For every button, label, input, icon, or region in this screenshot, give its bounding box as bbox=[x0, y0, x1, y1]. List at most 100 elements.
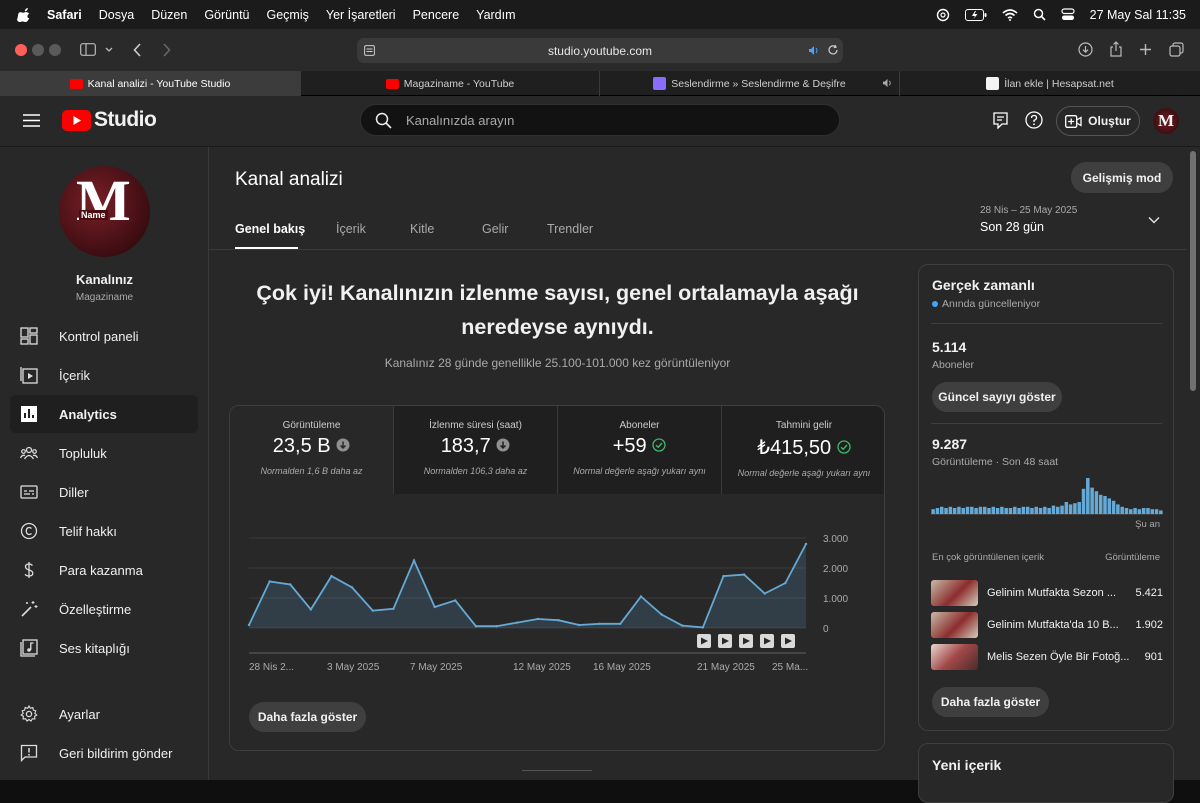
realtime-bar[interactable] bbox=[970, 506, 974, 514]
channel-search-bar[interactable]: Kanalınızda arayın bbox=[360, 104, 840, 136]
realtime-bar[interactable] bbox=[974, 508, 978, 514]
metric-views[interactable]: Görüntüleme 23,5 B Normalden 1,6 B daha … bbox=[230, 406, 393, 494]
metric-revenue[interactable]: Tahmini gelir ₺415,50 Normal değerle aşa… bbox=[721, 406, 884, 494]
sidebar-item-content[interactable]: İçerik bbox=[10, 356, 198, 394]
realtime-bar[interactable] bbox=[1159, 510, 1163, 514]
realtime-bar[interactable] bbox=[1141, 508, 1146, 514]
sidebar-item-community[interactable]: Topluluk bbox=[10, 434, 198, 472]
tab-seslendirme[interactable]: Seslendirme » Seslendirme & Deşifre bbox=[600, 71, 900, 96]
sidebar-toggle-icon[interactable] bbox=[80, 43, 96, 56]
realtime-bar[interactable] bbox=[1013, 506, 1017, 514]
views-data-point[interactable] bbox=[660, 613, 663, 616]
realtime-bar[interactable] bbox=[1111, 500, 1116, 514]
new-tab-icon[interactable] bbox=[1139, 43, 1152, 56]
show-live-count-button[interactable]: Güncel sayıyı göster bbox=[932, 382, 1062, 412]
realtime-bar[interactable] bbox=[1034, 506, 1039, 514]
menu-view[interactable]: Görüntü bbox=[204, 8, 249, 22]
tab-hesapsat[interactable]: İlan ekle | Hesapsat.net bbox=[900, 71, 1200, 96]
apple-icon[interactable] bbox=[16, 7, 30, 22]
realtime-bar[interactable] bbox=[1124, 508, 1129, 514]
views-data-point[interactable] bbox=[330, 574, 333, 578]
realtime-bar[interactable] bbox=[1047, 508, 1051, 514]
tab-magaziname[interactable]: Magaziname - YouTube bbox=[301, 71, 600, 96]
realtime-bar-chart[interactable] bbox=[931, 477, 1163, 515]
realtime-bar[interactable] bbox=[1025, 506, 1030, 514]
sidebar-item-audio-library[interactable]: Ses kitaplığı bbox=[10, 629, 198, 667]
realtime-bar[interactable] bbox=[991, 506, 996, 514]
account-avatar[interactable]: M bbox=[1153, 108, 1179, 134]
sidebar-item-languages[interactable]: Diller bbox=[10, 473, 198, 511]
realtime-bar[interactable] bbox=[1086, 478, 1090, 514]
realtime-bar[interactable] bbox=[1038, 508, 1043, 514]
spotlight-search-icon[interactable] bbox=[1033, 8, 1046, 21]
views-data-point[interactable] bbox=[247, 623, 251, 627]
views-data-point[interactable] bbox=[639, 595, 643, 598]
realtime-bar[interactable] bbox=[987, 508, 991, 514]
views-data-point[interactable] bbox=[515, 621, 519, 624]
realtime-bar[interactable] bbox=[957, 506, 961, 514]
views-data-point[interactable] bbox=[763, 592, 766, 595]
views-data-point[interactable] bbox=[577, 623, 581, 627]
tab-youtube-studio[interactable]: Kanal analizi - YouTube Studio bbox=[0, 71, 301, 96]
scrollbar-thumb[interactable] bbox=[1190, 151, 1196, 391]
back-arrow-icon[interactable] bbox=[133, 43, 142, 57]
menu-window[interactable]: Pencere bbox=[413, 8, 460, 22]
views-data-point[interactable] bbox=[681, 624, 684, 627]
page-menu-icon[interactable] bbox=[364, 45, 375, 56]
realtime-bar[interactable] bbox=[1154, 509, 1159, 514]
realtime-bar[interactable] bbox=[978, 506, 983, 514]
subtitles-feedback-icon[interactable] bbox=[993, 112, 1008, 129]
tab-revenue[interactable]: Gelir bbox=[482, 222, 508, 236]
top-video-row[interactable]: Gelinim Mutfakta'da 10 B... 1.902 bbox=[931, 611, 1163, 639]
show-more-button[interactable]: Daha fazla göster bbox=[249, 702, 366, 732]
menu-file[interactable]: Dosya bbox=[99, 8, 134, 22]
speaker-icon[interactable] bbox=[882, 78, 893, 88]
views-data-point[interactable] bbox=[804, 542, 808, 546]
views-data-point[interactable] bbox=[598, 622, 601, 625]
views-data-point[interactable] bbox=[433, 605, 436, 609]
views-data-point[interactable] bbox=[536, 617, 540, 621]
realtime-bar[interactable] bbox=[1133, 508, 1137, 514]
search-input[interactable]: Kanalınızda arayın bbox=[406, 113, 514, 128]
realtime-bar[interactable] bbox=[961, 508, 965, 514]
realtime-bar[interactable] bbox=[1120, 506, 1124, 514]
realtime-bar[interactable] bbox=[1137, 509, 1142, 514]
chevron-down-icon[interactable] bbox=[105, 47, 113, 53]
metric-watch-time[interactable]: İzlenme süresi (saat) 183,7 Normalden 10… bbox=[393, 406, 557, 494]
views-data-point[interactable] bbox=[392, 607, 395, 610]
views-data-point[interactable] bbox=[309, 608, 313, 611]
url-text[interactable]: studio.youtube.com bbox=[548, 44, 652, 58]
realtime-bar[interactable] bbox=[1103, 496, 1107, 514]
realtime-bar[interactable] bbox=[1150, 509, 1155, 514]
realtime-bar[interactable] bbox=[1030, 508, 1034, 514]
views-data-point[interactable] bbox=[742, 573, 746, 576]
download-icon[interactable] bbox=[1078, 42, 1093, 57]
wifi-icon[interactable] bbox=[1002, 8, 1018, 21]
realtime-bar[interactable] bbox=[1000, 506, 1004, 514]
menu-edit[interactable]: Düzen bbox=[151, 8, 187, 22]
zoom-window-button[interactable] bbox=[49, 44, 61, 56]
battery-icon[interactable] bbox=[964, 8, 987, 21]
realtime-bar[interactable] bbox=[1116, 504, 1120, 514]
views-data-point[interactable] bbox=[722, 574, 725, 578]
realtime-bar[interactable] bbox=[939, 506, 944, 514]
tab-audience[interactable]: Kitle bbox=[410, 222, 434, 236]
control-center-icon[interactable] bbox=[1061, 8, 1075, 21]
views-data-point[interactable] bbox=[268, 580, 271, 583]
tab-overview[interactable]: Genel bakış bbox=[235, 222, 305, 236]
close-window-button[interactable] bbox=[15, 44, 27, 56]
realtime-bar[interactable] bbox=[1064, 502, 1069, 514]
realtime-show-more-button[interactable]: Daha fazla göster bbox=[932, 687, 1049, 717]
metric-subscribers[interactable]: Aboneler +59 Normal değerle aşağı yukarı… bbox=[557, 406, 721, 494]
realtime-bar[interactable] bbox=[1060, 505, 1064, 514]
realtime-bar[interactable] bbox=[965, 506, 970, 514]
views-data-point[interactable] bbox=[701, 626, 705, 629]
sidebar-item-analytics[interactable]: Analytics bbox=[10, 395, 198, 433]
help-icon[interactable] bbox=[1025, 111, 1043, 129]
views-data-point[interactable] bbox=[784, 581, 787, 585]
views-data-point[interactable] bbox=[474, 625, 478, 628]
top-video-row[interactable]: Gelinim Mutfakta Sezon ... 5.421 bbox=[931, 579, 1163, 607]
views-data-point[interactable] bbox=[557, 619, 560, 622]
minimize-window-button[interactable] bbox=[32, 44, 44, 56]
views-data-point[interactable] bbox=[350, 586, 354, 589]
